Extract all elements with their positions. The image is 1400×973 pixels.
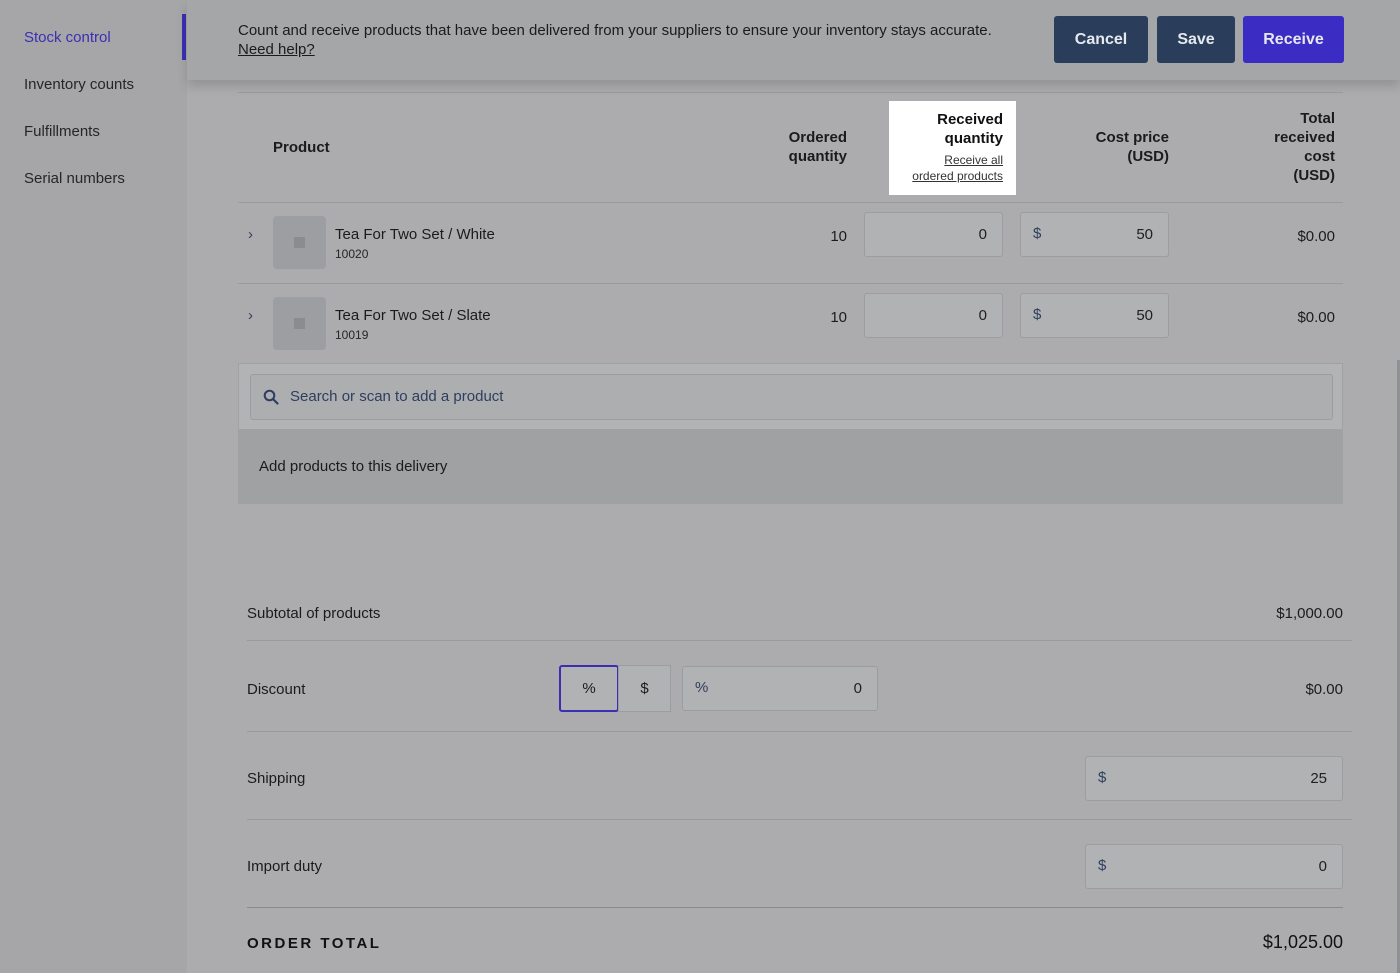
column-header-received: Received quantity <box>937 111 1003 147</box>
product-search-panel: Search or scan to add a product <box>238 363 1343 430</box>
column-header-total: Total received cost (USD) <box>1274 110 1335 184</box>
column-header-product: Product <box>273 139 330 156</box>
import-duty-label: Import duty <box>247 858 323 875</box>
search-placeholder: Search or scan to add a product <box>290 388 504 405</box>
save-button[interactable]: Save <box>1157 16 1235 63</box>
column-header-cost: Cost price (USD) <box>1095 129 1169 165</box>
cost-price-input[interactable]: $ 50 <box>1020 293 1169 338</box>
sidebar-item-inventory-counts[interactable]: Inventory counts <box>24 76 134 93</box>
total-received-cost: $0.00 <box>1297 228 1335 245</box>
product-name: Tea For Two Set / White <box>335 226 495 243</box>
search-input[interactable]: Search or scan to add a product <box>250 374 1333 420</box>
sidebar-item-fulfillments[interactable]: Fulfillments <box>24 123 100 140</box>
receive-all-ordered-link[interactable]: Receive all ordered products <box>912 152 1003 184</box>
shipping-label: Shipping <box>247 770 306 787</box>
subtotal-label: Subtotal of products <box>247 605 381 622</box>
discount-label: Discount <box>247 681 306 698</box>
header-description: Count and receive products that have bee… <box>238 22 992 39</box>
product-sku: 10020 <box>335 247 369 261</box>
receive-button[interactable]: Receive <box>1243 16 1344 63</box>
empty-delivery-message: Add products to this delivery <box>238 430 1343 504</box>
divider <box>247 819 1352 820</box>
column-header-ordered: Ordered quantity <box>788 129 847 165</box>
header-description-block: Count and receive products that have bee… <box>238 21 1038 59</box>
cancel-button[interactable]: Cancel <box>1054 16 1148 63</box>
product-image-placeholder <box>273 216 326 269</box>
discount-dollar-toggle[interactable]: $ <box>618 665 671 712</box>
search-icon <box>263 389 279 405</box>
cost-price-input[interactable]: $ 50 <box>1020 212 1169 257</box>
import-duty-input[interactable]: $ 0 <box>1085 844 1343 889</box>
ordered-quantity: 10 <box>830 309 847 326</box>
received-quantity-header: Received quantity Receive all ordered pr… <box>889 101 1016 195</box>
sidebar: Stock control Inventory counts Fulfillme… <box>0 0 187 973</box>
discount-input[interactable]: % 0 <box>682 666 878 711</box>
divider <box>247 640 1352 641</box>
total-received-cost: $0.00 <box>1297 309 1335 326</box>
active-indicator <box>182 14 186 60</box>
ordered-quantity: 10 <box>830 228 847 245</box>
discount-percent-toggle[interactable]: % <box>559 665 619 712</box>
order-total-value: $1,025.00 <box>1262 932 1343 952</box>
chevron-right-icon[interactable]: › <box>248 226 253 243</box>
subtotal-value: $1,000.00 <box>1276 605 1343 622</box>
order-total-label: ORDER TOTAL <box>247 935 382 952</box>
discount-amount: $0.00 <box>1305 681 1343 698</box>
product-name: Tea For Two Set / Slate <box>335 307 491 324</box>
divider <box>238 202 1343 203</box>
product-sku: 10019 <box>335 328 369 342</box>
divider <box>238 283 1343 284</box>
received-quantity-input[interactable]: 0 <box>864 212 1003 257</box>
divider <box>247 731 1352 732</box>
divider <box>247 907 1343 908</box>
shipping-input[interactable]: $ 25 <box>1085 756 1343 801</box>
sidebar-item-serial-numbers[interactable]: Serial numbers <box>24 170 125 187</box>
action-bar: Count and receive products that have bee… <box>187 0 1400 80</box>
sidebar-item-stock-control[interactable]: Stock control <box>24 29 111 46</box>
received-quantity-input[interactable]: 0 <box>864 293 1003 338</box>
chevron-right-icon[interactable]: › <box>248 307 253 324</box>
need-help-link[interactable]: Need help? <box>238 40 315 59</box>
add-products-text: Add products to this delivery <box>259 458 448 475</box>
divider <box>238 92 1343 93</box>
product-image-placeholder <box>273 297 326 350</box>
